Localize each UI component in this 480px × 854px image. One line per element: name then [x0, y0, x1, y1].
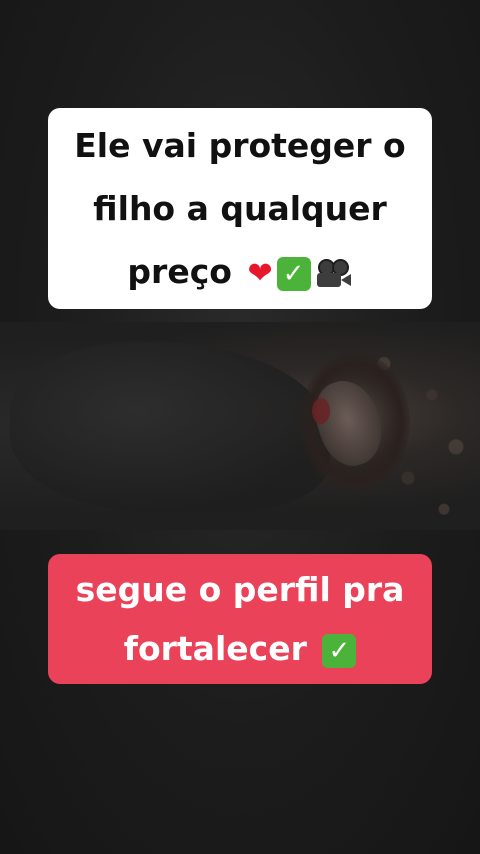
top-caption-box: Ele vai proteger o filho a qualquer preç… [48, 108, 432, 309]
top-caption-line-3: preço ❤ ✓ [62, 240, 418, 303]
bottom-caption-line-2: fortalecer ✓ [60, 619, 420, 678]
check-icon: ✓ [322, 633, 357, 668]
bottom-caption-box: segue o perfil pra fortalecer ✓ [48, 554, 432, 684]
bottom-caption: segue o perfil pra fortalecer ✓ [0, 554, 480, 684]
check-icon: ✓ [276, 256, 311, 291]
top-caption: Ele vai proteger o filho a qualquer preç… [0, 108, 480, 309]
camera-icon [315, 258, 353, 289]
bottom-caption-line-1: segue o perfil pra [75, 570, 405, 609]
top-caption-line-1: Ele vai proteger o [74, 126, 406, 165]
bottom-caption-line-2-text: fortalecer [123, 629, 307, 668]
top-caption-line-2: filho a qualquer [93, 189, 387, 228]
person-coat [10, 342, 330, 512]
top-caption-line-3-text: preço [127, 252, 232, 291]
blood-mark [312, 398, 330, 424]
video-screen[interactable]: Ele vai proteger o filho a qualquer preç… [0, 0, 480, 854]
video-frame[interactable] [0, 322, 480, 530]
heart-icon: ❤ [247, 256, 273, 291]
